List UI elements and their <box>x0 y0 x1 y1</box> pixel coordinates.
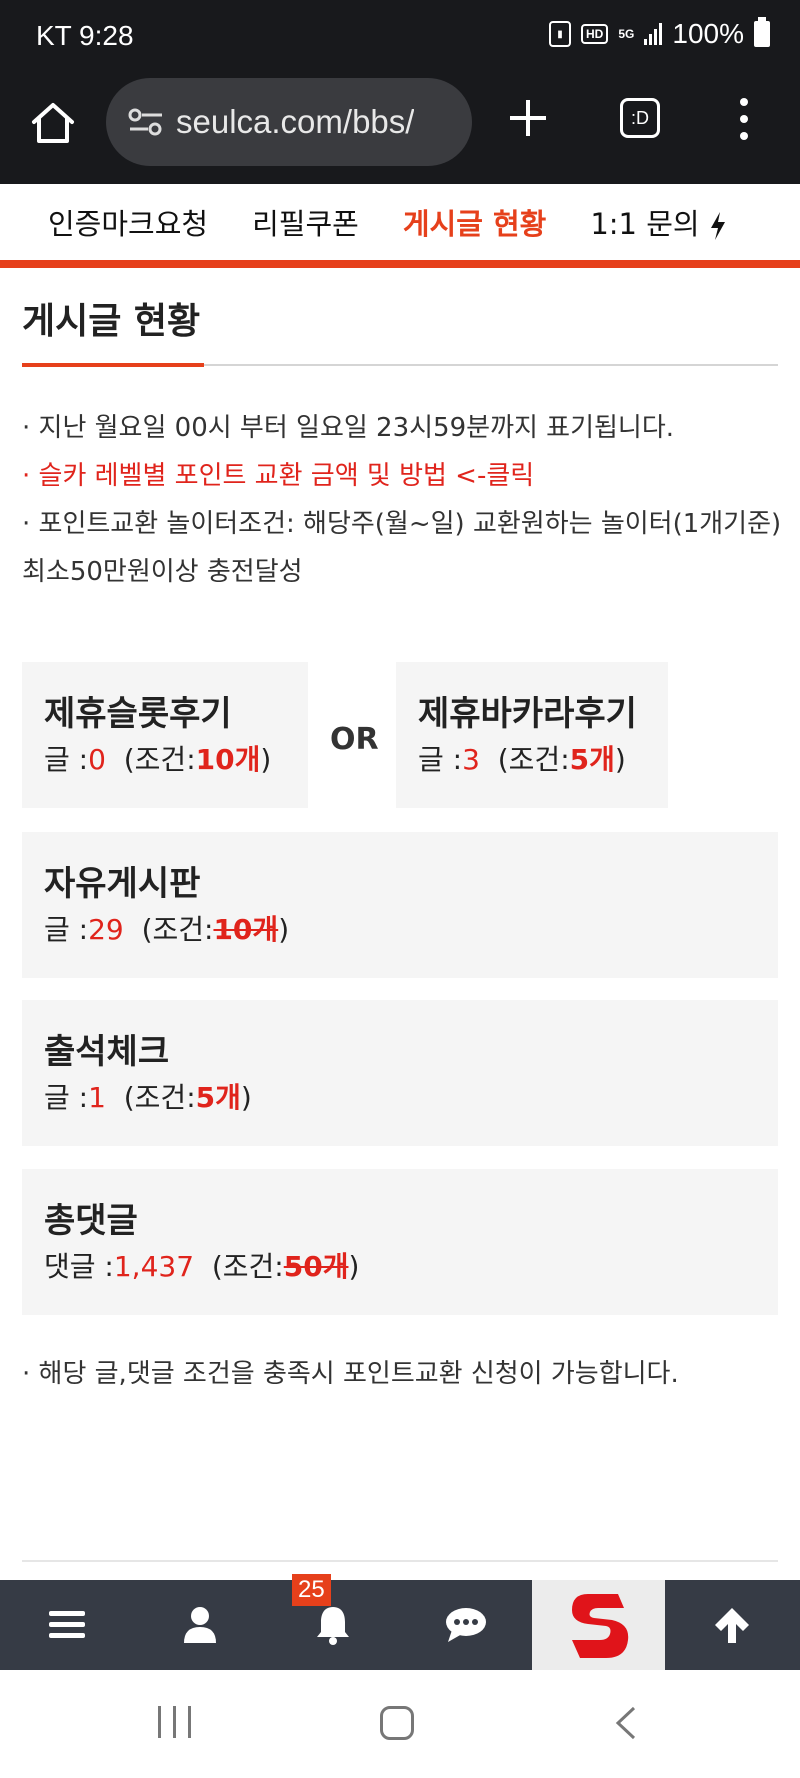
slot-review-box: 제휴슬롯후기 글 :0 (조건:10개) <box>22 662 308 808</box>
condition-prefix: (조건: <box>141 913 214 946</box>
battery-icon <box>754 17 770 47</box>
notice-exchange-condition: · 포인트교환 놀이터조건: 해당주(월~일) 교환원하는 놀이터(1개기준) … <box>22 509 782 587</box>
arrow-up-icon <box>714 1608 749 1643</box>
sub-nav-item-post-status[interactable]: 게시글 현황 <box>403 201 547 243</box>
bell-icon <box>316 1607 349 1645</box>
condition-suffix: ) <box>348 1250 360 1283</box>
attendance-count: 1 <box>88 1081 106 1114</box>
page-title: 게시글 현황 <box>22 301 201 342</box>
home-nav-icon[interactable] <box>380 1706 414 1740</box>
attendance-box: 출석체크 글 :1 (조건:5개) <box>22 1000 778 1146</box>
tab-switcher-button[interactable]: :D <box>620 98 660 138</box>
more-menu-icon[interactable] <box>738 98 750 140</box>
address-bar[interactable]: seulca.com/bbs/ <box>106 78 472 166</box>
status-bar: KT 9:28 ▮ HD 5G 100% <box>0 0 800 72</box>
condition-prefix: (조건: <box>497 743 570 776</box>
slot-review-count: 0 <box>88 743 106 776</box>
recent-apps-icon[interactable] <box>158 1706 191 1738</box>
battery-saver-icon: ▮ <box>549 21 572 47</box>
condition-suffix: ) <box>614 743 626 776</box>
site-settings-icon[interactable] <box>126 107 166 137</box>
post-prefix: 글 : <box>44 913 89 946</box>
post-prefix: 글 : <box>44 1081 89 1114</box>
site-logo-button[interactable] <box>532 1580 665 1670</box>
comments-stats: 댓글 :1,437 (조건:50개) <box>44 1243 778 1291</box>
baccarat-review-box: 제휴바카라후기 글 :3 (조건:5개) <box>396 662 668 808</box>
condition-prefix: (조건: <box>211 1250 284 1283</box>
user-button[interactable] <box>133 1580 266 1670</box>
sub-nav: 인증마크요청 리필쿠폰 게시글 현황 1:1 문의 <box>0 184 800 268</box>
comments-title: 총댓글 <box>44 1201 138 1241</box>
bottom-app-bar: 25 <box>0 1574 800 1670</box>
notification-count-badge: 25 <box>292 1574 331 1606</box>
slot-review-condition: 10개 <box>195 743 261 776</box>
baccarat-review-stats: 글 :3 (조건:5개) <box>418 736 668 784</box>
comment-prefix: 댓글 : <box>44 1250 114 1283</box>
notice-period: · 지난 월요일 00시 부터 일요일 23시59분까지 표기됩니다. <box>22 413 675 443</box>
sub-nav-item-inquiry[interactable]: 1:1 문의 <box>590 201 726 243</box>
chat-button[interactable] <box>399 1580 532 1670</box>
lightning-icon <box>710 212 725 240</box>
user-icon <box>183 1607 216 1643</box>
notice-point-exchange-link[interactable]: · 슬카 레벨별 포인트 교환 금액 및 방법 <-클릭 <box>22 452 782 500</box>
url-text: seulca.com/bbs/ <box>176 103 415 140</box>
comments-box: 총댓글 댓글 :1,437 (조건:50개) <box>22 1169 778 1315</box>
carrier-time: KT 9:28 <box>36 20 134 51</box>
new-tab-icon[interactable] <box>506 96 550 140</box>
title-underline <box>22 363 204 367</box>
or-label: OR <box>330 722 379 757</box>
attendance-stats: 글 :1 (조건:5개) <box>44 1074 778 1122</box>
baccarat-review-title: 제휴바카라후기 <box>418 694 637 734</box>
notice-list: · 지난 월요일 00시 부터 일요일 23시59분까지 표기됩니다. · 슬카… <box>22 404 782 596</box>
battery-percent: 100% <box>672 18 744 49</box>
free-board-stats: 글 :29 (조건:10개) <box>44 906 778 954</box>
page-header: 게시글 현황 <box>22 296 778 367</box>
chat-icon <box>445 1608 486 1642</box>
back-icon[interactable] <box>612 1706 642 1740</box>
divider <box>22 1560 778 1562</box>
menu-icon <box>48 1611 85 1638</box>
condition-suffix: ) <box>278 913 290 946</box>
condition-suffix: ) <box>240 1081 252 1114</box>
scroll-top-button[interactable] <box>665 1580 798 1670</box>
menu-button[interactable] <box>0 1580 133 1670</box>
sub-nav-item-inquiry-label: 1:1 문의 <box>590 207 700 241</box>
network-5g-icon: 5G <box>618 27 635 41</box>
hd-voice-icon: HD <box>581 24 609 44</box>
home-icon[interactable] <box>28 98 78 148</box>
status-icons: ▮ HD 5G 100% <box>549 17 770 50</box>
slot-review-stats: 글 :0 (조건:10개) <box>44 736 308 784</box>
footer-note: · 해당 글,댓글 조건을 충족시 포인트교환 신청이 가능합니다. <box>22 1359 679 1389</box>
free-board-box: 자유게시판 글 :29 (조건:10개) <box>22 832 778 978</box>
site-logo <box>571 1594 628 1658</box>
free-board-condition: 10개 <box>213 913 279 946</box>
baccarat-review-condition: 5개 <box>569 743 615 776</box>
comments-count: 1,437 <box>113 1250 195 1283</box>
condition-prefix: (조건: <box>123 743 196 776</box>
attendance-condition: 5개 <box>195 1081 241 1114</box>
slot-review-title: 제휴슬롯후기 <box>44 694 232 734</box>
notifications-button[interactable] <box>266 1580 399 1670</box>
free-board-title: 자유게시판 <box>44 864 201 904</box>
condition-prefix: (조건: <box>123 1081 196 1114</box>
android-nav-bar <box>0 1670 800 1778</box>
baccarat-review-count: 3 <box>462 743 480 776</box>
attendance-title: 출석체크 <box>44 1032 170 1072</box>
signal-icon <box>644 23 663 45</box>
browser-toolbar: seulca.com/bbs/ :D <box>0 72 800 184</box>
condition-suffix: ) <box>260 743 272 776</box>
free-board-count: 29 <box>88 913 124 946</box>
comments-condition: 50개 <box>283 1250 349 1283</box>
post-prefix: 글 : <box>418 743 463 776</box>
post-prefix: 글 : <box>44 743 89 776</box>
sub-nav-item-refill-coupon[interactable]: 리필쿠폰 <box>252 201 359 243</box>
sub-nav-item-cert-request[interactable]: 인증마크요청 <box>48 201 208 243</box>
